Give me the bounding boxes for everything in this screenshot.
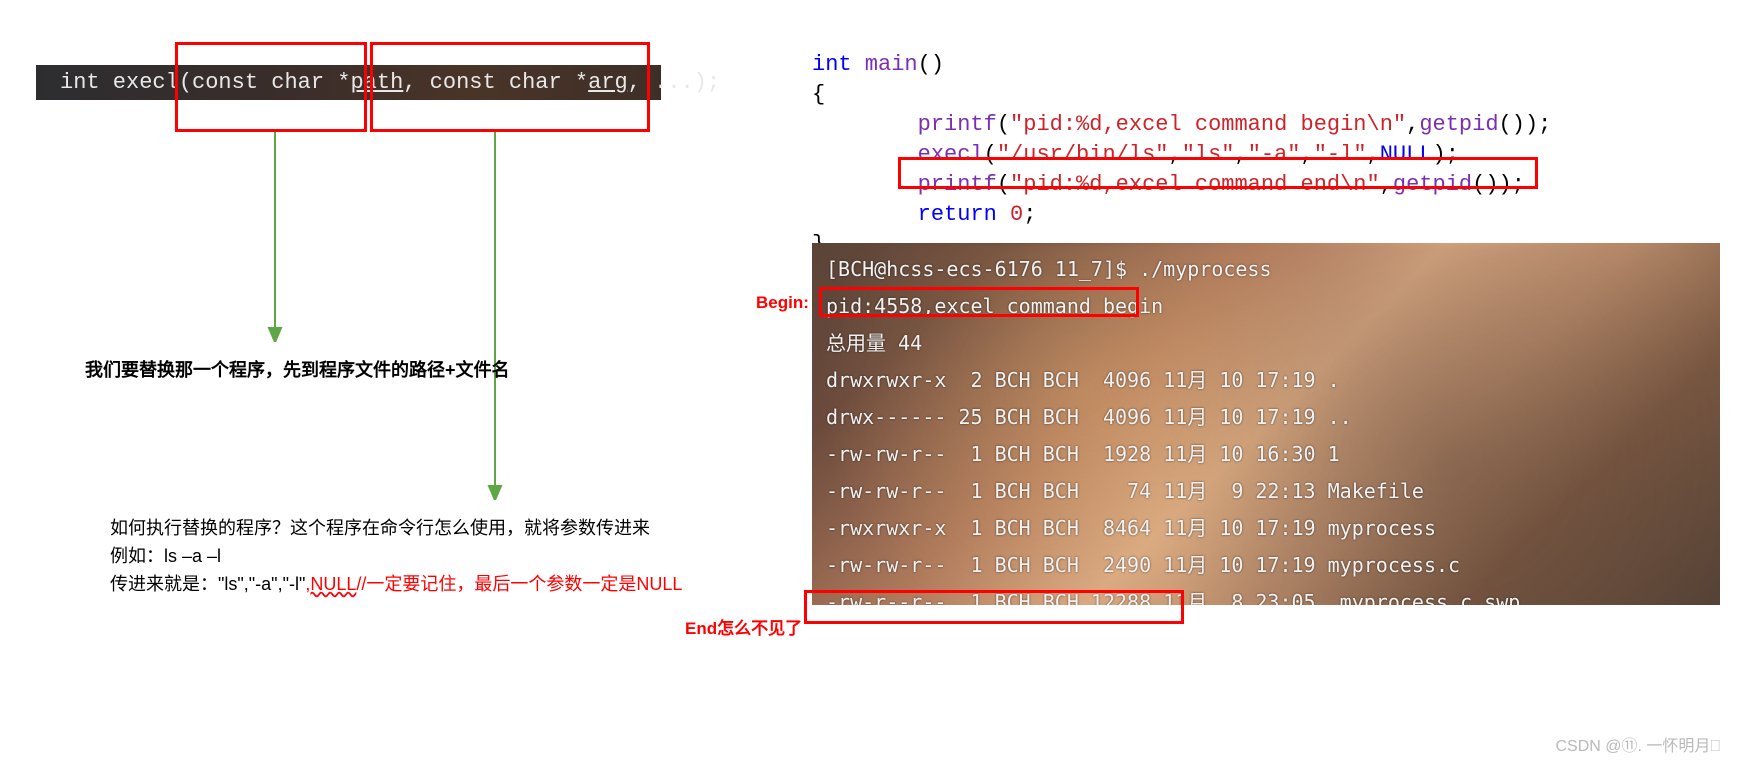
term-line-8: -rwxrwxr-x 1 BCH BCH 8464 11月 10 17:19 m… [826,516,1436,540]
term-line-3: 总用量 44 [826,331,922,355]
term-line-9: -rw-rw-r-- 1 BCH BCH 2490 11月 10 17:19 m… [826,553,1460,577]
explanation-args: 如何执行替换的程序？这个程序在命令行怎么使用，就将参数传进来 例如：ls –a … [110,514,682,598]
term-line-7: -rw-rw-r-- 1 BCH BCH 74 11月 9 22:13 Make… [826,479,1424,503]
arrow-path-to-explain1 [265,132,285,342]
term-line-4: drwxrwxr-x 2 BCH BCH 4096 11月 10 17:19 . [826,368,1340,392]
term-line-6: -rw-rw-r-- 1 BCH BCH 1928 11月 10 16:30 1 [826,442,1340,466]
highlight-box-missing-end [804,590,1184,624]
term-line-1: [BCH@hcss-ecs-6176 11_7]$ ./myprocess [826,257,1272,281]
label-begin: Begin: [756,293,809,313]
highlight-box-path-param [175,42,367,132]
explanation-path: 我们要替换那一个程序，先到程序文件的路径+文件名 [85,356,510,382]
label-end-missing: End怎么不见了 [685,614,802,639]
watermark-signature: CSDN @⑪. 一怀明月⎕ [1555,732,1720,756]
explain2-line1: 如何执行替换的程序？这个程序在命令行怎么使用，就将参数传进来 [110,514,682,542]
explain2-line3: 传进来就是："ls","-a","-l",NULL//一定要记住，最后一个参数一… [110,570,682,598]
arrow-arg-to-explain2 [485,132,505,500]
explain2-line3c: //一定要记住，最后一个参数一定是NULL [356,574,682,594]
explain2-line3a: 传进来就是："ls","-a","-l" [110,574,305,594]
explain2-line3b: ,NULL [305,574,356,594]
highlight-box-end-printf [898,157,1538,189]
banner-prefix: int execl( [60,70,192,95]
highlight-box-begin-output [819,287,1139,317]
highlight-box-arg-param [370,42,650,132]
explain2-line2: 例如：ls –a –l [110,542,682,570]
c-source-code: int main() { printf("pid:%d,excel comman… [812,50,1551,260]
term-line-5: drwx------ 25 BCH BCH 4096 11月 10 17:19 … [826,405,1352,429]
